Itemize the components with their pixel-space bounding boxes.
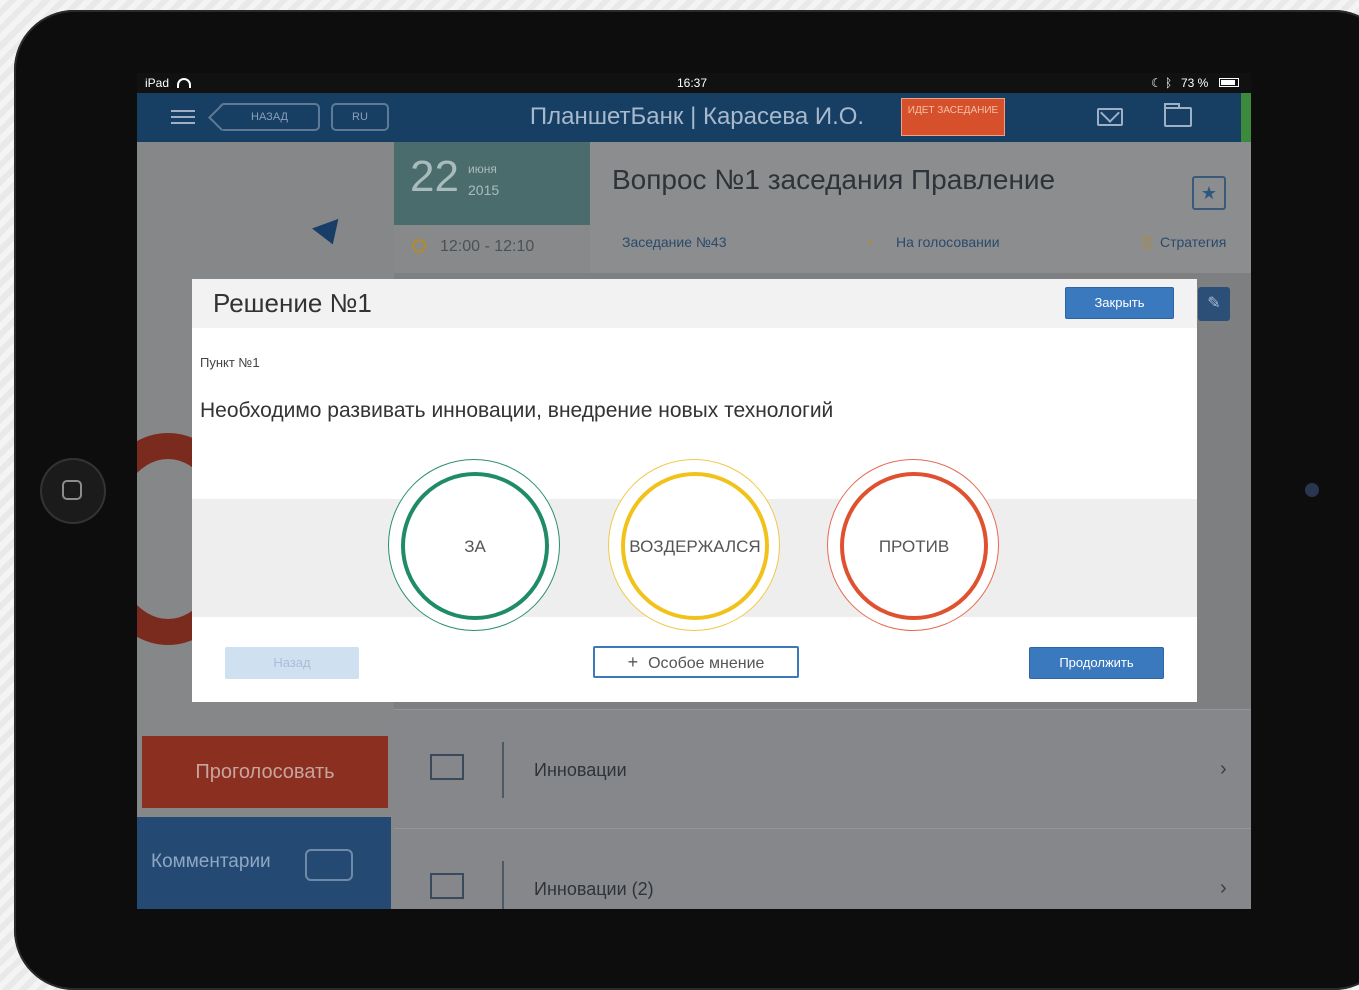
status-bar: iPad 16:37 ☾ ᛒ 73 % bbox=[137, 73, 1251, 93]
list-separator bbox=[502, 742, 504, 798]
status-strip bbox=[1241, 93, 1251, 142]
battery-percent: 73 % bbox=[1181, 76, 1209, 90]
meeting-status-chip: ИДЕТ ЗАСЕДАНИЕ bbox=[901, 98, 1005, 136]
camera-dot bbox=[1305, 483, 1319, 497]
date-day: 22 bbox=[410, 152, 459, 201]
presentation-icon bbox=[430, 754, 464, 780]
device-label: iPad bbox=[145, 76, 170, 90]
comments-button[interactable]: Комментарии bbox=[137, 817, 391, 909]
list-item-label: Инновации bbox=[534, 760, 627, 780]
battery-icon bbox=[1219, 78, 1239, 87]
chat-bubble-icon bbox=[305, 849, 353, 881]
date-year: 2015 bbox=[468, 182, 500, 198]
comments-label: Комментарии bbox=[151, 851, 271, 872]
wifi-icon bbox=[177, 77, 191, 91]
mail-icon[interactable] bbox=[1097, 108, 1123, 126]
category-label: Стратегия bbox=[1160, 234, 1227, 250]
list-separator bbox=[502, 861, 504, 909]
date-block: 22 июня 2015 bbox=[394, 142, 590, 225]
vote-abstain-label: ВОЗДЕРЖАЛСЯ bbox=[621, 472, 769, 620]
meeting-number: Заседание №43 bbox=[622, 234, 727, 250]
home-button[interactable] bbox=[40, 458, 106, 524]
question-title: Вопрос №1 заседания Правление bbox=[612, 164, 1056, 195]
vote-for-label: ЗА bbox=[401, 472, 549, 620]
list-item[interactable]: Инновации › bbox=[394, 709, 1251, 828]
point-label: Пункт №1 bbox=[200, 355, 260, 370]
time-range: 12:00 - 12:10 bbox=[440, 238, 535, 255]
vote-button[interactable]: Проголосовать bbox=[142, 736, 388, 808]
plus-icon: + bbox=[627, 652, 639, 672]
special-opinion-button[interactable]: + Особое мнение bbox=[593, 646, 799, 678]
menu-icon[interactable] bbox=[171, 110, 195, 124]
modal-back-button[interactable]: Назад bbox=[225, 647, 359, 679]
modal-title: Решение №1 bbox=[213, 288, 372, 318]
edit-pencil-icon[interactable]: ✎ bbox=[1198, 287, 1230, 321]
clock-time: 16:37 bbox=[677, 76, 708, 90]
screen: iPad 16:37 ☾ ᛒ 73 % НАЗАД RU ПланшетБанк… bbox=[137, 73, 1251, 909]
continue-button[interactable]: Продолжить bbox=[1029, 647, 1164, 679]
presentation-icon bbox=[430, 873, 464, 899]
folder-icon[interactable] bbox=[1164, 103, 1192, 127]
language-button[interactable]: RU bbox=[331, 103, 389, 131]
vote-abstain-button[interactable]: ВОЗДЕРЖАЛСЯ bbox=[608, 459, 780, 631]
voting-status: На голосовании bbox=[896, 234, 1000, 250]
clock-icon bbox=[412, 239, 426, 253]
header-back-button[interactable]: НАЗАД bbox=[219, 103, 320, 131]
app-header: НАЗАД RU ПланшетБанк | Карасева И.О. ИДЕ… bbox=[137, 93, 1251, 142]
date-month: июня bbox=[468, 162, 497, 176]
modal-header: Решение №1 Закрыть bbox=[192, 279, 1197, 328]
list-item-label: Инновации (2) bbox=[534, 879, 654, 899]
special-opinion-label: Особое мнение bbox=[648, 655, 765, 672]
point-text: Необходимо развивать инновации, внедрени… bbox=[200, 399, 834, 422]
bluetooth-icon: ᛒ bbox=[1165, 76, 1173, 90]
chevron-right-icon: › bbox=[1220, 758, 1227, 780]
time-row: 12:00 - 12:10 bbox=[394, 225, 590, 273]
close-button[interactable]: Закрыть bbox=[1065, 287, 1174, 319]
chevron-right-icon: › bbox=[1220, 877, 1227, 899]
list-item[interactable]: Инновации (2) › bbox=[394, 828, 1251, 909]
decision-modal: Решение №1 Закрыть Пункт №1 Необходимо р… bbox=[192, 279, 1197, 702]
moon-icon: ☾ bbox=[1151, 76, 1162, 90]
vote-for-button[interactable]: ЗА bbox=[388, 459, 560, 631]
vote-against-label: ПРОТИВ bbox=[840, 472, 988, 620]
question-header: Вопрос №1 заседания Правление ★ Заседани… bbox=[590, 142, 1251, 273]
gauge-icon: ◔ bbox=[865, 234, 874, 250]
favorite-star-icon[interactable]: ★ bbox=[1192, 176, 1226, 210]
ribbon-icon: 🎗 bbox=[1138, 234, 1156, 250]
vote-against-button[interactable]: ПРОТИВ bbox=[827, 459, 999, 631]
app-title: ПланшетБанк | Карасева И.О. bbox=[529, 103, 865, 130]
